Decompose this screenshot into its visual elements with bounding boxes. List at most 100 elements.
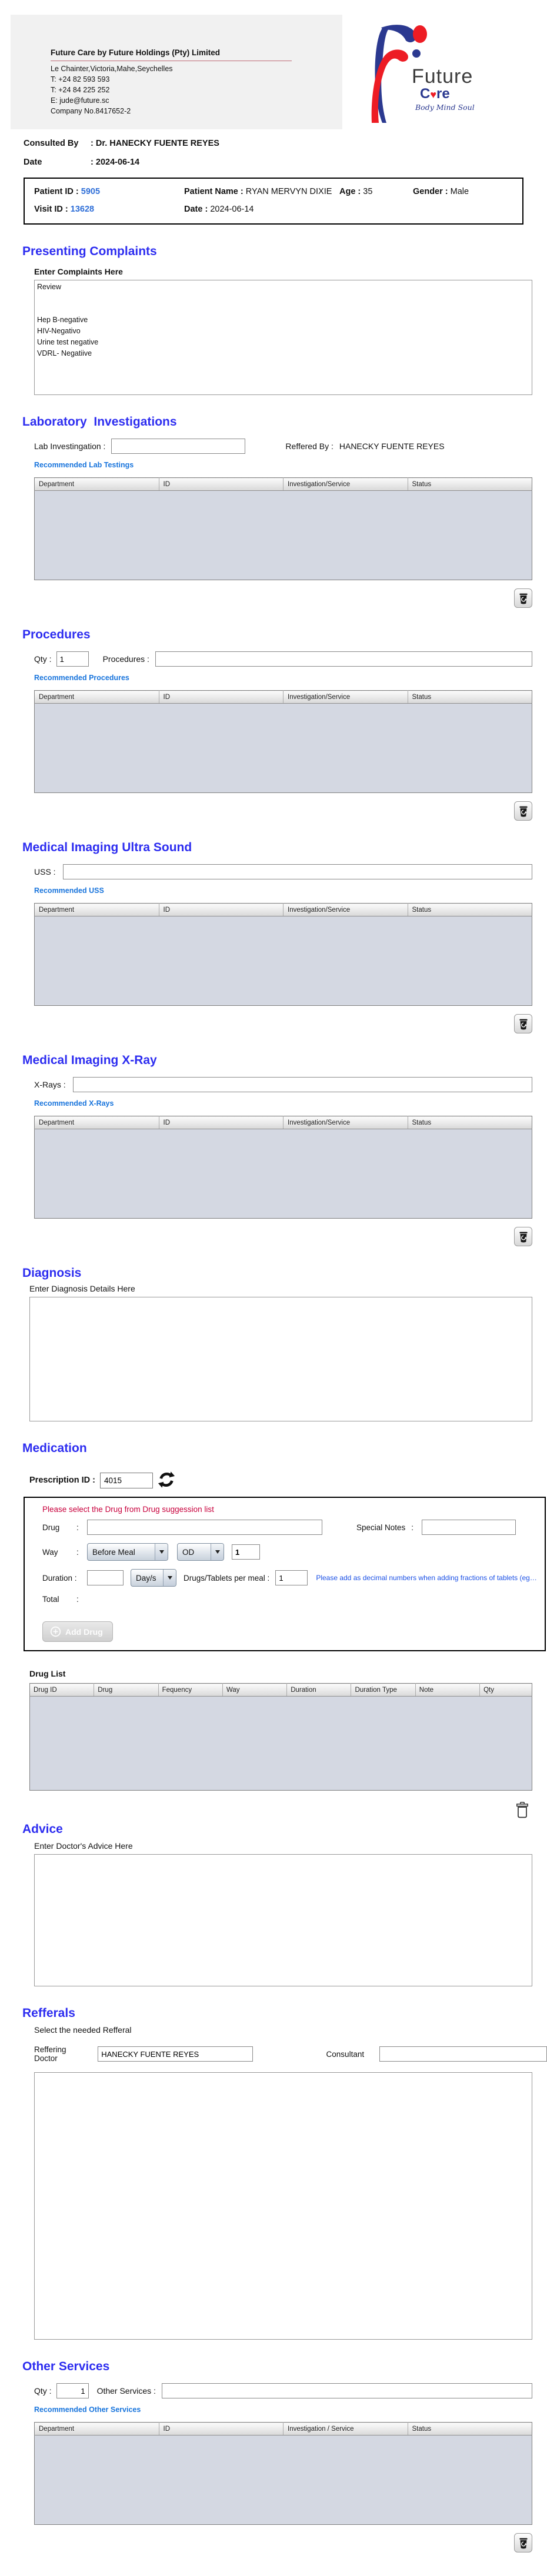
- consultant-input[interactable]: [379, 2046, 547, 2062]
- delete-uss-button[interactable]: [514, 1014, 532, 1033]
- column-header: Qty: [479, 1683, 532, 1697]
- column-header: Drug: [94, 1683, 159, 1697]
- delete-drug-button[interactable]: [512, 1800, 532, 1821]
- age-label: Age :: [339, 187, 361, 196]
- chevron-down-icon: [211, 1544, 224, 1560]
- table-empty-body: [34, 703, 532, 793]
- procedures-qty-input[interactable]: [56, 651, 89, 667]
- other-qty-label: Qty :: [34, 2386, 52, 2396]
- recommended-uss-link[interactable]: Recommended USS: [34, 886, 104, 895]
- heart-icon: ♥: [430, 89, 437, 101]
- laboratory-title: Laboratory Investigations: [22, 415, 177, 429]
- xrays-input[interactable]: [72, 1077, 532, 1092]
- advice-title: Advice: [22, 1822, 63, 1836]
- visit-date-label: Date :: [184, 205, 208, 214]
- company-phone1: T: +24 82 593 593: [51, 75, 110, 83]
- chevron-down-icon: [163, 1570, 176, 1586]
- complaints-textarea[interactable]: Review Hep B-negative HIV-Negativo Urine…: [34, 280, 532, 395]
- special-notes-input[interactable]: [422, 1520, 516, 1535]
- procedures-input[interactable]: [155, 651, 532, 667]
- drug-suggestion-note: Please select the Drug from Drug suggess…: [42, 1505, 214, 1514]
- duration-unit-select[interactable]: Day/s: [131, 1569, 176, 1587]
- patient-row-1: Patient ID : 5905 Patient Name : RYAN ME…: [34, 187, 513, 196]
- consulted-by-label: Consulted By: [24, 139, 79, 148]
- procedures-label: Procedures :: [102, 654, 149, 664]
- column-header: ID: [159, 690, 283, 704]
- consultation-page: Future Care by Future Holdings (Pty) Lim…: [0, 15, 547, 2576]
- drug-label: Drug: [42, 1523, 60, 1532]
- recommended-procedures-link[interactable]: Recommended Procedures: [34, 674, 129, 682]
- recommended-other-services-link[interactable]: Recommended Other Services: [34, 2406, 141, 2414]
- add-drug-label: Add Drug: [65, 1627, 103, 1637]
- refresh-icon: [158, 1471, 175, 1488]
- column-header: Investigation/Service: [283, 477, 408, 491]
- add-drug-button[interactable]: Add Drug: [42, 1621, 113, 1642]
- column-header: ID: [159, 2422, 283, 2436]
- complaints-sublabel: Enter Complaints Here: [34, 267, 123, 276]
- delete-lab-testing-button[interactable]: [514, 588, 532, 608]
- trash-icon: [519, 806, 528, 817]
- prescription-id-input[interactable]: [100, 1472, 153, 1488]
- table-empty-body: [34, 490, 532, 580]
- column-header: Department: [34, 477, 159, 491]
- delete-xray-button[interactable]: [514, 1227, 532, 1246]
- column-header: ID: [159, 1116, 283, 1129]
- recommended-lab-testings-link[interactable]: Recommended Lab Testings: [34, 461, 134, 469]
- delete-procedure-button[interactable]: [514, 801, 532, 821]
- logo-word-future: Future: [412, 65, 473, 88]
- diagnosis-title: Diagnosis: [22, 1266, 82, 1280]
- lab-investigation-input[interactable]: [111, 439, 246, 454]
- chevron-down-icon: [155, 1544, 168, 1560]
- duration-label: Duration :: [42, 1573, 77, 1583]
- column-header: Duration Type: [351, 1683, 416, 1697]
- duration-input[interactable]: [87, 1570, 124, 1585]
- drug-list-title: Drug List: [29, 1669, 66, 1678]
- diagnosis-textarea[interactable]: [29, 1297, 532, 1421]
- referring-doctor-input[interactable]: [98, 2046, 253, 2062]
- other-qty-input[interactable]: [56, 2383, 89, 2398]
- patient-row-2: Visit ID : 13628 Date : 2024-06-14: [34, 205, 513, 214]
- referral-list-box[interactable]: [34, 2072, 532, 2340]
- table-empty-body: [29, 1696, 532, 1791]
- delete-other-service-button[interactable]: [514, 2533, 532, 2552]
- column-header: Drug ID: [29, 1683, 95, 1697]
- advice-sublabel: Enter Doctor's Advice Here: [34, 1841, 133, 1851]
- other-services-input[interactable]: [161, 2383, 532, 2398]
- lab-investigation-label: Lab Investingation :: [34, 441, 106, 451]
- way-select[interactable]: Before Meal: [87, 1543, 168, 1561]
- column-header: Way: [222, 1683, 288, 1697]
- xray-title: Medical Imaging X-Ray: [22, 1053, 157, 1067]
- patient-id-label: Patient ID :: [34, 187, 79, 196]
- consulted-by-line: Consulted By : Dr. HANECKY FUENTE REYES: [24, 139, 547, 148]
- recommended-xrays-link[interactable]: Recommended X-Rays: [34, 1099, 114, 1108]
- frequency-select[interactable]: OD: [177, 1543, 224, 1561]
- fraction-note: Please add as decimal numbers when addin…: [316, 1574, 537, 1582]
- uss-input[interactable]: [62, 864, 532, 879]
- referrals-sublabel: Select the needed Refferal: [34, 2025, 132, 2035]
- trash-icon: [519, 1232, 528, 1243]
- refresh-prescription-button[interactable]: [158, 1471, 175, 1490]
- per-meal-label: Drugs/Tablets per meal :: [184, 1573, 270, 1583]
- procedures-title: Procedures: [22, 628, 91, 641]
- trash-icon: [519, 593, 528, 604]
- trash-icon: [519, 2538, 528, 2549]
- referred-by-value: HANECKY FUENTE REYES: [339, 441, 445, 451]
- table-empty-body: [34, 916, 532, 1006]
- column-header: Status: [408, 1116, 532, 1129]
- drug-input[interactable]: [87, 1520, 322, 1535]
- trash-outline-icon: [516, 1801, 528, 1818]
- column-header: ID: [159, 477, 283, 491]
- total-label: Total: [42, 1595, 59, 1604]
- way-qty-input[interactable]: [232, 1544, 260, 1560]
- plus-circle-icon: [50, 1626, 61, 1637]
- column-header: Status: [408, 2422, 532, 2436]
- patient-name-label: Patient Name :: [184, 187, 244, 196]
- date-label: Date: [24, 158, 42, 167]
- per-meal-input[interactable]: [275, 1570, 308, 1585]
- gender-value: Male: [450, 187, 469, 196]
- advice-textarea[interactable]: [34, 1854, 532, 1986]
- lab-results-table: Department ID Investigation/Service Stat…: [34, 477, 532, 580]
- column-header: Department: [34, 903, 159, 916]
- presenting-complaints-title: Presenting Complaints: [22, 245, 157, 258]
- column-header: Department: [34, 2422, 159, 2436]
